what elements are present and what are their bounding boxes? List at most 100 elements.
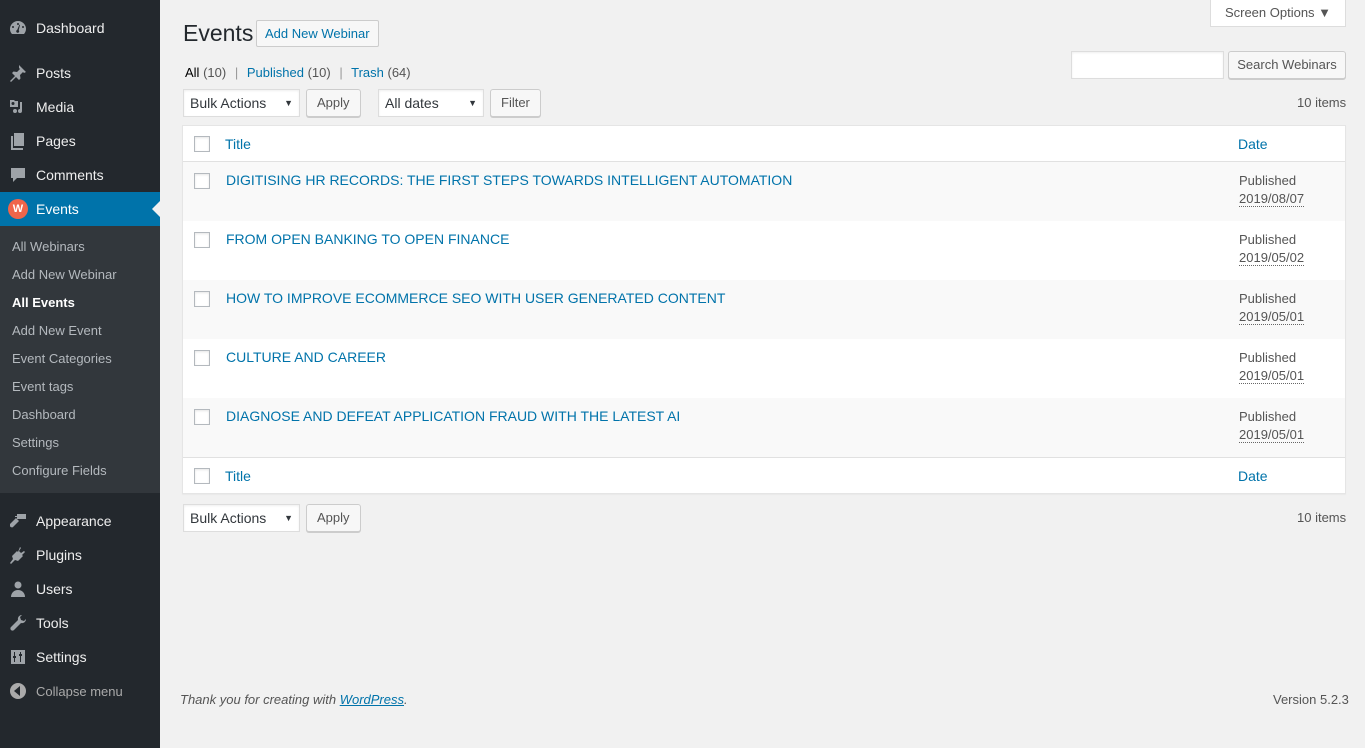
- sidebar-item-tools[interactable]: Tools: [0, 606, 160, 640]
- row-checkbox[interactable]: [194, 350, 210, 366]
- bulk-actions-select-top[interactable]: Bulk Actions ▼: [183, 89, 300, 117]
- table-row: FROM OPEN BANKING TO OPEN FINANCE Publis…: [183, 221, 1345, 280]
- footer-thanks-text: Thank you for creating with: [180, 692, 340, 707]
- row-checkbox[interactable]: [194, 291, 210, 307]
- table-header: Title Date: [183, 126, 1345, 162]
- apply-button-top[interactable]: Apply: [306, 89, 361, 117]
- submenu-settings[interactable]: Settings: [12, 435, 59, 450]
- row-date: 2019/05/02: [1239, 250, 1305, 266]
- row-date: 2019/05/01: [1239, 427, 1305, 443]
- events-badge-icon: W: [8, 199, 28, 219]
- sidebar-item-pages[interactable]: Pages: [0, 124, 160, 158]
- row-date: 2019/08/07: [1239, 191, 1305, 207]
- sidebar-item-posts[interactable]: Posts: [0, 56, 160, 90]
- sidebar-item-events[interactable]: W Events: [0, 192, 160, 226]
- screen-options-button[interactable]: Screen Options ▼: [1210, 0, 1346, 27]
- sidebar-item-label: Settings: [36, 649, 87, 665]
- collapse-arrow-icon: [0, 681, 36, 701]
- bulk-actions-value: Bulk Actions: [190, 95, 267, 111]
- view-all-link[interactable]: All: [185, 65, 199, 80]
- add-new-webinar-button[interactable]: Add New Webinar: [256, 20, 379, 47]
- submenu-event-categories[interactable]: Event Categories: [12, 351, 112, 366]
- pushpin-icon: [0, 63, 36, 83]
- media-icon: [0, 97, 36, 117]
- sidebar-item-comments[interactable]: Comments: [0, 158, 160, 192]
- submenu-configure-fields[interactable]: Configure Fields: [12, 463, 107, 478]
- chevron-down-icon: ▼: [284, 513, 293, 523]
- items-count-top: 10 items: [1297, 95, 1347, 110]
- view-published-link[interactable]: Published: [247, 65, 304, 80]
- sidebar-item-plugins[interactable]: Plugins: [0, 538, 160, 572]
- user-icon: [0, 579, 36, 599]
- pages-icon: [0, 131, 36, 151]
- sidebar-item-label: Users: [36, 581, 73, 597]
- table-row: HOW TO IMPROVE ECOMMERCE SEO WITH USER G…: [183, 280, 1345, 339]
- view-trash-count: (64): [387, 65, 411, 80]
- row-status: Published: [1239, 409, 1297, 424]
- row-title-link[interactable]: DIGITISING HR RECORDS: THE FIRST STEPS T…: [226, 172, 792, 188]
- date-filter-value: All dates: [385, 95, 439, 111]
- row-title-link[interactable]: FROM OPEN BANKING TO OPEN FINANCE: [226, 231, 509, 247]
- chevron-down-icon: ▼: [468, 98, 477, 108]
- select-all-checkbox[interactable]: [194, 136, 210, 152]
- wrench-icon: [0, 613, 36, 633]
- sidebar-item-label: Appearance: [36, 513, 112, 529]
- row-title-link[interactable]: DIAGNOSE AND DEFEAT APPLICATION FRAUD WI…: [226, 408, 680, 424]
- row-title-link[interactable]: HOW TO IMPROVE ECOMMERCE SEO WITH USER G…: [226, 290, 725, 306]
- row-status: Published: [1239, 291, 1297, 306]
- submenu-all-events[interactable]: All Events: [12, 295, 75, 310]
- sidebar-item-users[interactable]: Users: [0, 572, 160, 606]
- sidebar-item-label: Pages: [36, 133, 76, 149]
- paintbrush-icon: [0, 511, 36, 531]
- collapse-menu-button[interactable]: Collapse menu: [0, 674, 160, 708]
- table-row: CULTURE AND CAREER Published 2019/05/01: [183, 339, 1345, 398]
- bulk-actions-select-bottom[interactable]: Bulk Actions ▼: [183, 504, 300, 532]
- collapse-menu-label: Collapse menu: [36, 683, 123, 699]
- submenu-add-new-webinar[interactable]: Add New Webinar: [12, 267, 117, 282]
- date-filter-select[interactable]: All dates ▼: [378, 89, 484, 117]
- submenu-event-tags[interactable]: Event tags: [12, 379, 73, 394]
- table-row: DIGITISING HR RECORDS: THE FIRST STEPS T…: [183, 162, 1345, 221]
- items-count-bottom: 10 items: [1297, 510, 1347, 525]
- sidebar-item-label: Dashboard: [36, 20, 105, 36]
- status-filter-links: All (10) | Published (10) | Trash (64): [185, 65, 411, 80]
- row-checkbox[interactable]: [194, 173, 210, 189]
- row-title-link[interactable]: CULTURE AND CAREER: [226, 349, 386, 365]
- view-all-count: (10): [203, 65, 227, 80]
- column-title-header[interactable]: Title: [225, 136, 251, 152]
- table-row: DIAGNOSE AND DEFEAT APPLICATION FRAUD WI…: [183, 398, 1345, 457]
- footer-thanks: Thank you for creating with WordPress.: [180, 692, 408, 707]
- footer-thanks-suffix: .: [404, 692, 408, 707]
- bulk-actions-value: Bulk Actions: [190, 510, 267, 526]
- select-all-checkbox-bottom[interactable]: [194, 468, 210, 484]
- sidebar-item-appearance[interactable]: Appearance: [0, 504, 160, 538]
- chevron-down-icon: ▼: [284, 98, 293, 108]
- wordpress-link[interactable]: WordPress: [340, 692, 404, 707]
- sidebar-item-settings[interactable]: Settings: [0, 640, 160, 674]
- filter-button[interactable]: Filter: [490, 89, 541, 117]
- comment-icon: [0, 165, 36, 185]
- submenu-all-webinars[interactable]: All Webinars: [12, 239, 85, 254]
- column-title-footer[interactable]: Title: [225, 468, 251, 484]
- row-checkbox[interactable]: [194, 232, 210, 248]
- column-date-header[interactable]: Date: [1238, 136, 1268, 152]
- plug-icon: [0, 545, 36, 565]
- row-checkbox[interactable]: [194, 409, 210, 425]
- admin-sidebar: Dashboard Posts Media Pages Comments W E…: [0, 0, 160, 748]
- events-table: Title Date DIGITISING HR RECORDS: THE FI…: [182, 125, 1346, 494]
- page-title: Events: [183, 20, 254, 46]
- apply-button-bottom[interactable]: Apply: [306, 504, 361, 532]
- submenu-add-new-event[interactable]: Add New Event: [12, 323, 102, 338]
- search-input[interactable]: [1071, 51, 1224, 79]
- sidebar-item-label: Media: [36, 99, 75, 115]
- column-date-footer[interactable]: Date: [1238, 468, 1268, 484]
- dashboard-icon: [0, 18, 36, 38]
- sidebar-item-media[interactable]: Media: [0, 90, 160, 124]
- sidebar-item-label: Events: [36, 201, 79, 217]
- row-date: 2019/05/01: [1239, 368, 1305, 384]
- search-webinars-button[interactable]: Search Webinars: [1228, 51, 1346, 79]
- sidebar-item-dashboard[interactable]: Dashboard: [0, 11, 160, 45]
- submenu-dashboard[interactable]: Dashboard: [12, 407, 76, 422]
- view-trash-link[interactable]: Trash: [351, 65, 384, 80]
- footer-version: Version 5.2.3: [1273, 692, 1349, 707]
